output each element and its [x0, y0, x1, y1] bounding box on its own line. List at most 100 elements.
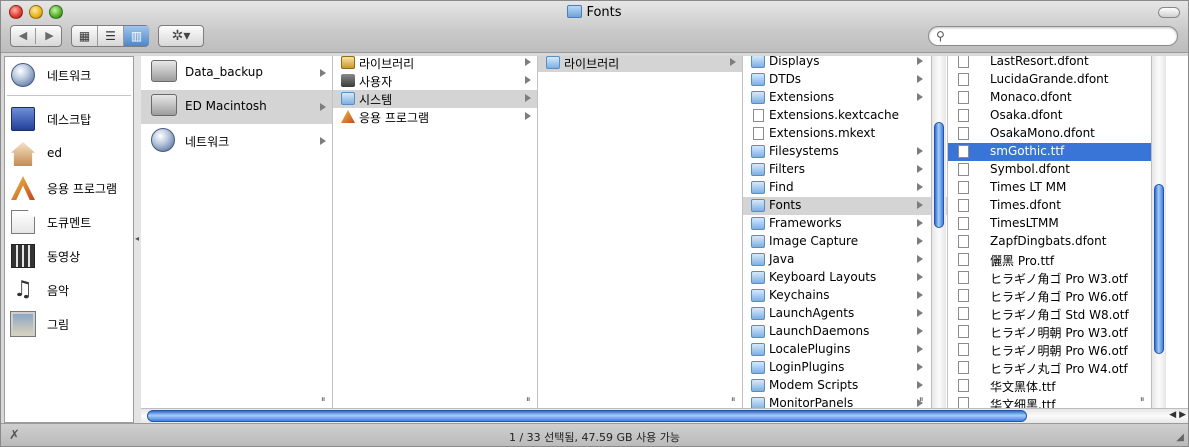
column-resize-handle[interactable]: ⏸	[1140, 395, 1145, 405]
list-item[interactable]: 응용 프로그램	[333, 108, 537, 126]
list-item[interactable]: Filters	[743, 161, 947, 179]
sidebar-item-label: 그림	[47, 318, 70, 332]
list-item[interactable]: LaunchAgents	[743, 305, 947, 323]
sidebar-item-documents[interactable]: 도큐멘트	[5, 207, 133, 237]
action-menu-button[interactable]: ✲▾	[158, 25, 204, 47]
list-item[interactable]: Times LT MM	[948, 179, 1151, 197]
horizontal-scroll-thumb[interactable]	[147, 410, 1027, 422]
fonts-scroll-thumb[interactable]	[1154, 184, 1164, 354]
sidebar-item-music[interactable]: ♫ 음악	[5, 275, 133, 305]
list-item[interactable]: Extensions.mkext	[743, 125, 947, 143]
sidebar-item-network[interactable]: 네트워크	[5, 60, 133, 90]
list-item[interactable]: Keychains	[743, 287, 947, 305]
font-file-icon	[958, 325, 969, 338]
resize-grip-icon[interactable]: ◢	[1176, 432, 1184, 443]
list-item[interactable]: ヒラギノ丸ゴ Pro W4.otf	[948, 359, 1151, 377]
desktop-icon	[11, 107, 35, 131]
sidebar-item-label: 도큐멘트	[47, 216, 92, 230]
column-library: Displays DTDs Extensions Extensions.kextcac…	[743, 56, 948, 408]
list-item[interactable]: 라이브러리	[333, 56, 537, 72]
list-item[interactable]: ヒラギノ角ゴ Pro W6.otf	[948, 287, 1151, 305]
list-item[interactable]: Modem Scripts	[743, 377, 947, 395]
disclosure-arrow-icon	[320, 137, 326, 145]
sidebar-item-applications[interactable]: 응용 프로그램	[5, 173, 133, 203]
fonts-scrollbar[interactable]	[1151, 56, 1166, 408]
list-item[interactable]: MonitorPanels	[743, 395, 947, 408]
list-item[interactable]: Keyboard Layouts	[743, 269, 947, 287]
list-item[interactable]: OsakaMono.dfont	[948, 125, 1151, 143]
list-item[interactable]: ZapfDingbats.dfont	[948, 233, 1151, 251]
list-item[interactable]: 네트워크	[141, 124, 332, 158]
list-item[interactable]: Find	[743, 179, 947, 197]
list-item[interactable]: ヒラギノ明朝 Pro W6.otf	[948, 341, 1151, 359]
list-item[interactable]: Monaco.dfont	[948, 89, 1151, 107]
library-scrollbar[interactable]	[931, 56, 946, 408]
list-item[interactable]: 华文黑体.ttf	[948, 377, 1151, 395]
search-input[interactable]	[951, 29, 1171, 43]
list-item[interactable]: ヒラギノ角ゴ Pro W3.otf	[948, 269, 1151, 287]
list-item[interactable]: LastResort.dfont	[948, 56, 1151, 71]
item-label: 라이브러리	[564, 57, 620, 71]
list-item[interactable]: Extensions	[743, 89, 947, 107]
list-item[interactable]: LoginPlugins	[743, 359, 947, 377]
sidebar-item-movies[interactable]: 동영상	[5, 241, 133, 271]
back-button[interactable]: ◀	[11, 28, 36, 44]
disclosure-arrow-icon	[917, 345, 923, 353]
item-label: Monaco.dfont	[990, 90, 1072, 104]
list-item[interactable]: DTDs	[743, 71, 947, 89]
column-resize-handle[interactable]: ⏸	[919, 395, 924, 405]
list-item[interactable]: LucidaGrande.dfont	[948, 71, 1151, 89]
icon-view-button[interactable]: ▦	[72, 26, 98, 46]
item-label: ヒラギノ明朝 Pro W3.otf	[990, 326, 1128, 340]
item-label: Extensions.mkext	[769, 126, 876, 140]
item-label: ヒラギノ角ゴ Pro W6.otf	[990, 290, 1128, 304]
horizontal-scrollbar[interactable]: ◀ ▶	[141, 408, 1188, 423]
list-item[interactable]: TimesLTMM	[948, 215, 1151, 233]
list-item[interactable]: ED Macintosh	[141, 90, 332, 124]
list-item[interactable]: LaunchDaemons	[743, 323, 947, 341]
list-item[interactable]: 시스템	[333, 90, 537, 108]
sidebar-item-desktop[interactable]: 데스크탑	[5, 104, 133, 134]
column-view-button[interactable]: ▥	[124, 26, 150, 46]
item-label: Modem Scripts	[769, 378, 859, 392]
list-item[interactable]: Filesystems	[743, 143, 947, 161]
list-item[interactable]: LocalePlugins	[743, 341, 947, 359]
sidebar-item-pictures[interactable]: 그림	[5, 309, 133, 339]
item-label: Filters	[769, 162, 805, 176]
font-file-icon	[958, 127, 969, 140]
list-item[interactable]: Times.dfont	[948, 197, 1151, 215]
column-resize-handle[interactable]: ⏸	[321, 395, 326, 405]
library-scroll-thumb[interactable]	[934, 122, 944, 228]
list-item[interactable]: Fonts	[743, 197, 947, 215]
list-item[interactable]: 儷黑 Pro.ttf	[948, 251, 1151, 269]
list-item[interactable]: 사용자	[333, 72, 537, 90]
disclosure-arrow-icon	[525, 94, 531, 102]
list-view-button[interactable]: ☰	[98, 26, 124, 46]
list-item[interactable]: Frameworks	[743, 215, 947, 233]
toolbar-toggle-button[interactable]	[1158, 7, 1180, 18]
list-item[interactable]: Osaka.dfont	[948, 107, 1151, 125]
item-label: ヒラギノ明朝 Pro W6.otf	[990, 344, 1128, 358]
list-item[interactable]: ヒラギノ角ゴ Std W8.otf	[948, 305, 1151, 323]
list-item[interactable]: smGothic.ttf	[948, 143, 1151, 161]
list-item[interactable]: Displays	[743, 56, 947, 71]
list-item[interactable]: 华文细黑.ttf	[948, 395, 1151, 408]
list-item[interactable]: Java	[743, 251, 947, 269]
list-item[interactable]: ヒラギノ明朝 Pro W3.otf	[948, 323, 1151, 341]
list-item[interactable]: Extensions.kextcache	[743, 107, 947, 125]
sidebar-item-home[interactable]: ed	[5, 139, 133, 169]
column-resize-handle[interactable]: ⏸	[731, 395, 736, 405]
forward-button[interactable]: ▶	[37, 28, 62, 44]
list-item[interactable]: Image Capture	[743, 233, 947, 251]
column-resize-handle[interactable]: ⏸	[526, 395, 531, 405]
item-label: Symbol.dfont	[990, 162, 1071, 176]
sidebar-splitter[interactable]: ◂	[134, 56, 141, 423]
sidebar-item-label: 음악	[47, 284, 70, 298]
item-label: Filesystems	[769, 144, 839, 158]
applications-icon	[341, 110, 355, 123]
list-item[interactable]: 라이브러리	[538, 56, 742, 72]
list-item[interactable]: Data_backup	[141, 56, 332, 90]
scroll-arrows-icon[interactable]: ◀ ▶	[1169, 410, 1186, 420]
font-file-icon	[958, 217, 969, 230]
list-item[interactable]: Symbol.dfont	[948, 161, 1151, 179]
